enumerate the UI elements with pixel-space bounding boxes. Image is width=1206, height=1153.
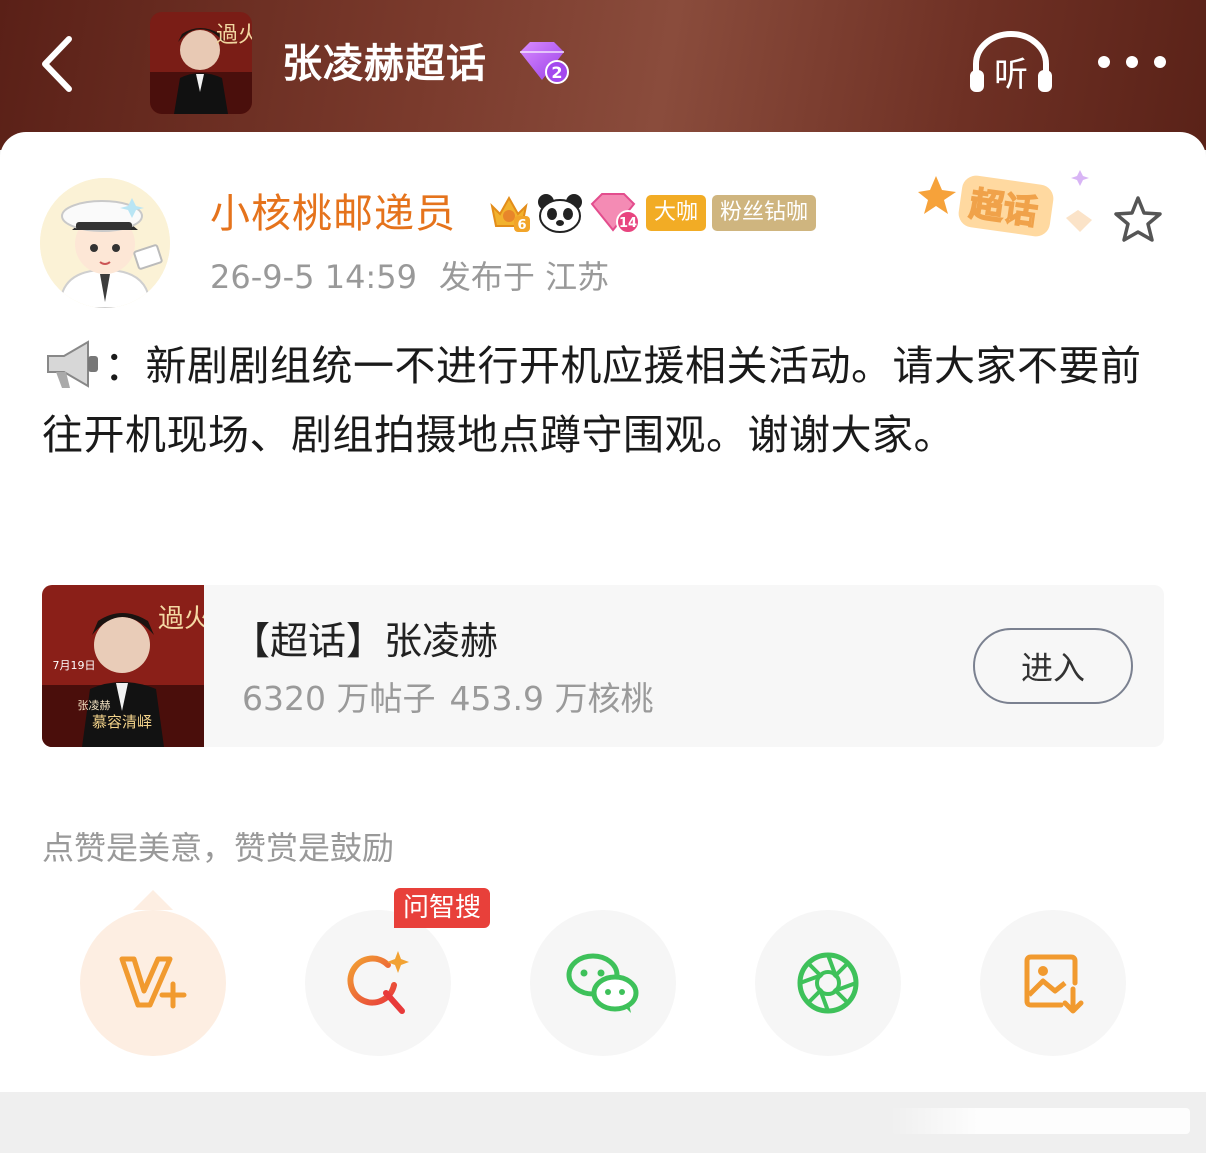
svg-text:2: 2	[551, 63, 562, 82]
moments-aperture-icon	[797, 952, 859, 1014]
svg-text:過火: 過火	[158, 604, 204, 634]
crown-level-icon: 6	[490, 195, 530, 233]
ai-search-button[interactable]	[305, 910, 451, 1056]
member-count: 453.9 万核桃	[449, 679, 654, 718]
supertopic-poster: 過火 7月19日 张凌赫 慕容清峄	[42, 585, 210, 747]
supertopic-title: 【超话】张凌赫	[232, 619, 499, 663]
supertopic-tag[interactable]: 超话	[916, 158, 1102, 254]
tag-dakai: 大咖	[646, 195, 707, 231]
post-time: 26-9-5 14:59	[210, 258, 417, 296]
svg-text:14: 14	[619, 216, 637, 231]
panda-icon	[538, 194, 582, 233]
author-name[interactable]: 小核桃邮递员	[210, 184, 456, 244]
supertopic-level-badge: 2	[516, 40, 570, 86]
wechat-icon	[566, 953, 639, 1013]
star-icon	[1114, 196, 1162, 242]
ai-search-badge: 问智搜	[394, 888, 491, 928]
more-dots-icon	[1098, 56, 1166, 68]
page-title: 张凌赫超话	[282, 41, 487, 87]
more-button[interactable]	[1094, 44, 1170, 80]
megaphone-icon	[47, 340, 98, 388]
diamond-level-icon: 14	[590, 193, 640, 234]
headphones-icon: 听	[970, 31, 1052, 95]
chevron-left-icon	[42, 36, 72, 92]
listen-button[interactable]: 听	[966, 30, 1056, 96]
share-actions: 问智搜	[0, 888, 1206, 1060]
poster-drama-title: 過火	[216, 23, 252, 48]
avatar[interactable]	[40, 178, 170, 308]
supertopic-card[interactable]: 過火 7月19日 张凌赫 慕容清峄 【超话】张凌赫 6320 万帖子 453.9 …	[42, 585, 1164, 747]
watermark-mark	[890, 1108, 1190, 1134]
post-location: 发布于 江苏	[438, 258, 610, 296]
svg-text:慕容清峄: 慕容清峄	[92, 713, 152, 731]
favorite-star-button[interactable]	[1110, 192, 1166, 248]
diamond-level-icon: 2	[520, 42, 569, 84]
svg-text:听: 听	[994, 55, 1028, 95]
save-image-button[interactable]	[980, 910, 1126, 1056]
ai-search-icon	[347, 951, 409, 1014]
post-meta: 26-9-5 14:59 发布于 江苏	[210, 254, 609, 300]
author-badges: 6 14 大咖 粉丝钻咖	[488, 190, 817, 236]
selection-pointer	[133, 890, 173, 910]
reward-v-plus-button[interactable]	[80, 910, 226, 1056]
reward-hint: 点赞是美意，赞赏是鼓励	[42, 829, 395, 867]
moments-share-button[interactable]	[755, 910, 901, 1056]
back-button[interactable]	[34, 34, 84, 94]
top-bar: 過火 张凌赫超话 2 听	[0, 0, 1206, 150]
supertopic-stats: 6320 万帖子 453.9 万核桃	[242, 673, 653, 725]
post-body: ：新剧剧组统一不进行开机应援相关活动。请大家不要前往开机现场、剧组拍摄地点蹲守围…	[42, 332, 1166, 470]
tag-fan-diamond: 粉丝钻咖	[712, 195, 817, 231]
save-image-icon	[1024, 954, 1084, 1014]
svg-text:6: 6	[517, 218, 526, 233]
svg-text:7月19日: 7月19日	[53, 659, 96, 672]
post-count: 6320 万帖子	[242, 679, 436, 718]
wechat-share-button[interactable]	[530, 910, 676, 1056]
post-card: 小核桃邮递员 6 14 大咖 粉丝钻咖 26-9-5 14:59 发布于 江苏	[0, 132, 1206, 1092]
supertopic-avatar[interactable]: 過火	[150, 12, 252, 114]
post-text: ：新剧剧组统一不进行开机应援相关活动。请大家不要前往开机现场、剧组拍摄地点蹲守围…	[42, 342, 1142, 459]
enter-button[interactable]: 进入	[973, 628, 1133, 704]
svg-text:张凌赫: 张凌赫	[78, 698, 111, 712]
v-plus-icon	[119, 956, 187, 1009]
